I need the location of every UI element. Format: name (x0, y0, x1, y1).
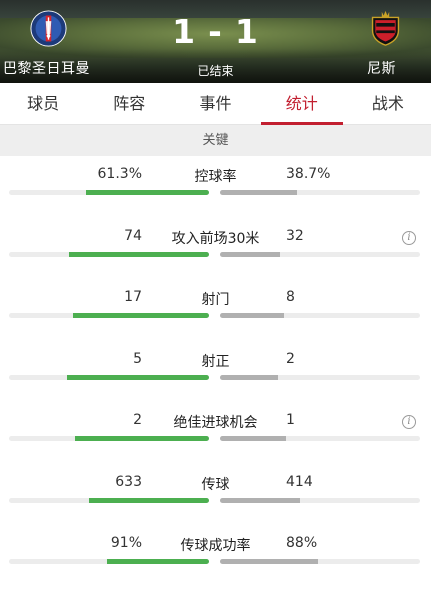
stat-row-pass-accuracy: 91% 传球成功率 88% (0, 525, 431, 587)
away-bar-track (220, 559, 420, 564)
info-icon[interactable]: i (402, 415, 416, 429)
away-bar-track (220, 374, 420, 380)
home-bar-fill (86, 190, 209, 195)
score-separator: - (208, 12, 223, 51)
tab-stats[interactable]: 统计 (259, 83, 345, 125)
stat-row-shots-on-target: 5 射正 2 (0, 341, 431, 403)
stat-row-possession: 61.3% 控球率 38.7% (0, 156, 431, 218)
away-bar-fill (220, 313, 284, 318)
away-bar-fill (220, 374, 278, 380)
home-bar-track (9, 559, 209, 564)
away-score: 1 (234, 12, 259, 51)
away-stat-value: 8 (286, 289, 295, 305)
home-bar-track (9, 374, 209, 380)
stat-label: 传球 (201, 476, 230, 493)
away-stat-value: 1 (286, 412, 295, 428)
section-title-key: 关键 (0, 125, 431, 156)
stat-label: 传球成功率 (180, 538, 251, 554)
away-bar-track (220, 497, 420, 503)
home-bar-fill (89, 497, 209, 503)
away-bar-track (220, 313, 420, 318)
stat-label: 射门 (201, 292, 230, 308)
stats-list: 61.3% 控球率 38.7% 74 攻入前场30米 32 i 17 射门 8 5 射正 2 2 绝佳进球机… (0, 156, 431, 587)
away-stat-value: 32 (286, 227, 304, 244)
stat-label: 攻入前场30米 (171, 230, 260, 247)
home-bar-fill (73, 313, 209, 318)
tab-events[interactable]: 事件 (172, 83, 258, 124)
stat-row-passes: 633 传球 414 (0, 464, 431, 526)
away-bar-fill (220, 251, 280, 257)
away-stat-value: 38.7% (286, 166, 331, 182)
away-bar-fill (220, 559, 318, 564)
tab-tactics[interactable]: 战术 (345, 83, 431, 124)
home-bar-track (9, 497, 209, 503)
home-bar-fill (67, 374, 209, 380)
away-bar-fill (220, 497, 300, 503)
stat-row-shots: 17 射门 8 (0, 279, 431, 341)
scoreline: 1-1 (0, 12, 431, 51)
home-bar-track (9, 436, 209, 441)
away-bar-track (220, 251, 420, 257)
home-bar-fill (75, 436, 209, 441)
away-stat-value: 2 (286, 350, 295, 367)
home-bar-track (9, 190, 209, 195)
away-stat-value: 414 (286, 473, 313, 490)
stat-row-final-third-entries: 74 攻入前场30米 32 i (0, 218, 431, 280)
tab-lineup[interactable]: 阵容 (86, 83, 172, 124)
home-bar-fill (107, 559, 209, 564)
info-icon[interactable]: i (402, 230, 416, 245)
tab-players[interactable]: 球员 (0, 83, 86, 124)
stat-row-big-chances: 2 绝佳进球机会 1 i (0, 402, 431, 464)
home-bar-track (9, 251, 209, 257)
away-bar-fill (220, 436, 286, 441)
away-bar-fill (220, 190, 298, 195)
match-header: 巴黎圣日耳曼 尼斯 1-1 已结束 (0, 0, 431, 83)
away-bar-track (220, 436, 420, 441)
tab-bar: 球员 阵容 事件 统计 战术 (0, 83, 431, 125)
stat-label: 控球率 (194, 169, 237, 185)
away-stat-value: 88% (286, 535, 318, 551)
match-status: 已结束 (197, 64, 234, 78)
stat-label: 绝佳进球机会 (173, 415, 258, 431)
home-bar-fill (69, 251, 209, 257)
home-score: 1 (172, 12, 197, 51)
stat-label: 射正 (201, 353, 230, 370)
home-bar-track (9, 313, 209, 318)
away-bar-track (220, 190, 420, 195)
